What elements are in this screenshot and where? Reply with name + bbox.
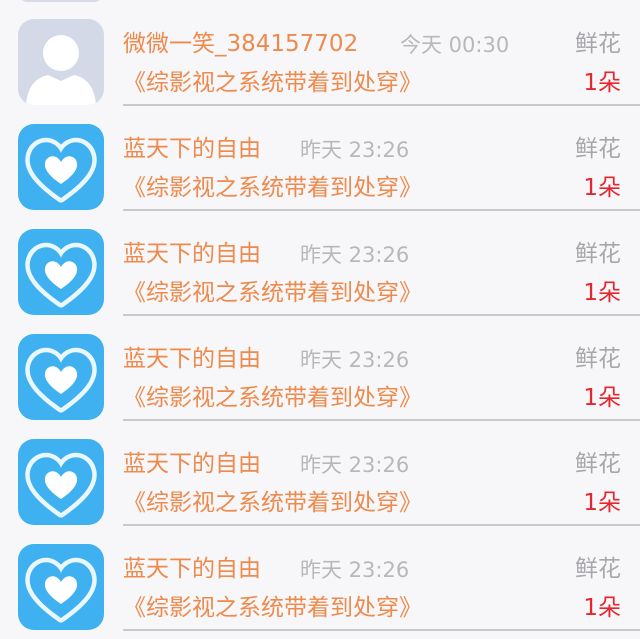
list-item[interactable]: 蓝天下的自由 昨天 23:26 鲜花 《综影视之系统带着到处穿》 1朵 xyxy=(0,420,640,526)
list-item[interactable]: 蓝天下的自由 昨天 23:26 鲜花 《综影视之系统带着到处穿》 1朵 xyxy=(0,210,640,316)
list-item[interactable]: 微微一笑_384157702 今天 00:30 鲜花 《综影视之系统带着到处穿》… xyxy=(0,0,640,106)
list-item[interactable]: 蓝天下的自由 昨天 23:26 鲜花 《综影视之系统带着到处穿》 1朵 xyxy=(0,105,640,211)
book-title[interactable]: 《综影视之系统带着到处穿》 xyxy=(123,276,422,310)
avatar[interactable] xyxy=(18,229,104,315)
cloud-heart-icon xyxy=(18,229,104,315)
book-title[interactable]: 《综影视之系统带着到处穿》 xyxy=(123,486,422,520)
default-person-icon xyxy=(18,19,104,105)
sender-name[interactable]: 蓝天下的自由 xyxy=(123,133,261,165)
timestamp: 今天 00:30 xyxy=(400,33,510,57)
cloud-heart-icon xyxy=(18,124,104,210)
gift-count: 1朵 xyxy=(583,490,621,516)
sender-name[interactable]: 蓝天下的自由 xyxy=(123,553,261,585)
gift-count: 1朵 xyxy=(583,70,621,96)
timestamp: 昨天 23:26 xyxy=(300,558,410,582)
gift-type: 鲜花 xyxy=(575,241,621,267)
gift-count: 1朵 xyxy=(583,175,621,201)
gift-record-list: 微微一笑_384157702 今天 00:30 鲜花 《综影视之系统带着到处穿》… xyxy=(0,0,640,639)
gift-count: 1朵 xyxy=(583,595,621,621)
cloud-heart-icon xyxy=(18,334,104,420)
list-item[interactable]: 蓝天下的自由 昨天 23:26 鲜花 《综影视之系统带着到处穿》 1朵 xyxy=(0,315,640,421)
avatar[interactable] xyxy=(18,439,104,525)
book-title[interactable]: 《综影视之系统带着到处穿》 xyxy=(123,591,422,625)
cloud-heart-icon xyxy=(18,544,104,630)
sender-name[interactable]: 蓝天下的自由 xyxy=(123,448,261,480)
book-title[interactable]: 《综影视之系统带着到处穿》 xyxy=(123,66,422,100)
avatar[interactable] xyxy=(18,19,104,105)
timestamp: 昨天 23:26 xyxy=(300,243,410,267)
cloud-heart-icon xyxy=(18,439,104,525)
avatar[interactable] xyxy=(18,124,104,210)
gift-type: 鲜花 xyxy=(575,136,621,162)
gift-count: 1朵 xyxy=(583,280,621,306)
gift-type: 鲜花 xyxy=(575,346,621,372)
book-title[interactable]: 《综影视之系统带着到处穿》 xyxy=(123,381,422,415)
sender-name[interactable]: 蓝天下的自由 xyxy=(123,238,261,270)
timestamp: 昨天 23:26 xyxy=(300,348,410,372)
book-title[interactable]: 《综影视之系统带着到处穿》 xyxy=(123,171,422,205)
gift-count: 1朵 xyxy=(583,385,621,411)
avatar[interactable] xyxy=(18,544,104,630)
gift-type: 鲜花 xyxy=(575,451,621,477)
sender-name[interactable]: 微微一笑_384157702 xyxy=(123,28,358,60)
list-item[interactable]: 蓝天下的自由 昨天 23:26 鲜花 《综影视之系统带着到处穿》 1朵 xyxy=(0,525,640,631)
timestamp: 昨天 23:26 xyxy=(300,453,410,477)
sender-name[interactable]: 蓝天下的自由 xyxy=(123,343,261,375)
gift-type: 鲜花 xyxy=(575,31,621,57)
gift-type: 鲜花 xyxy=(575,556,621,582)
timestamp: 昨天 23:26 xyxy=(300,138,410,162)
avatar[interactable] xyxy=(18,334,104,420)
row-divider xyxy=(123,629,640,631)
